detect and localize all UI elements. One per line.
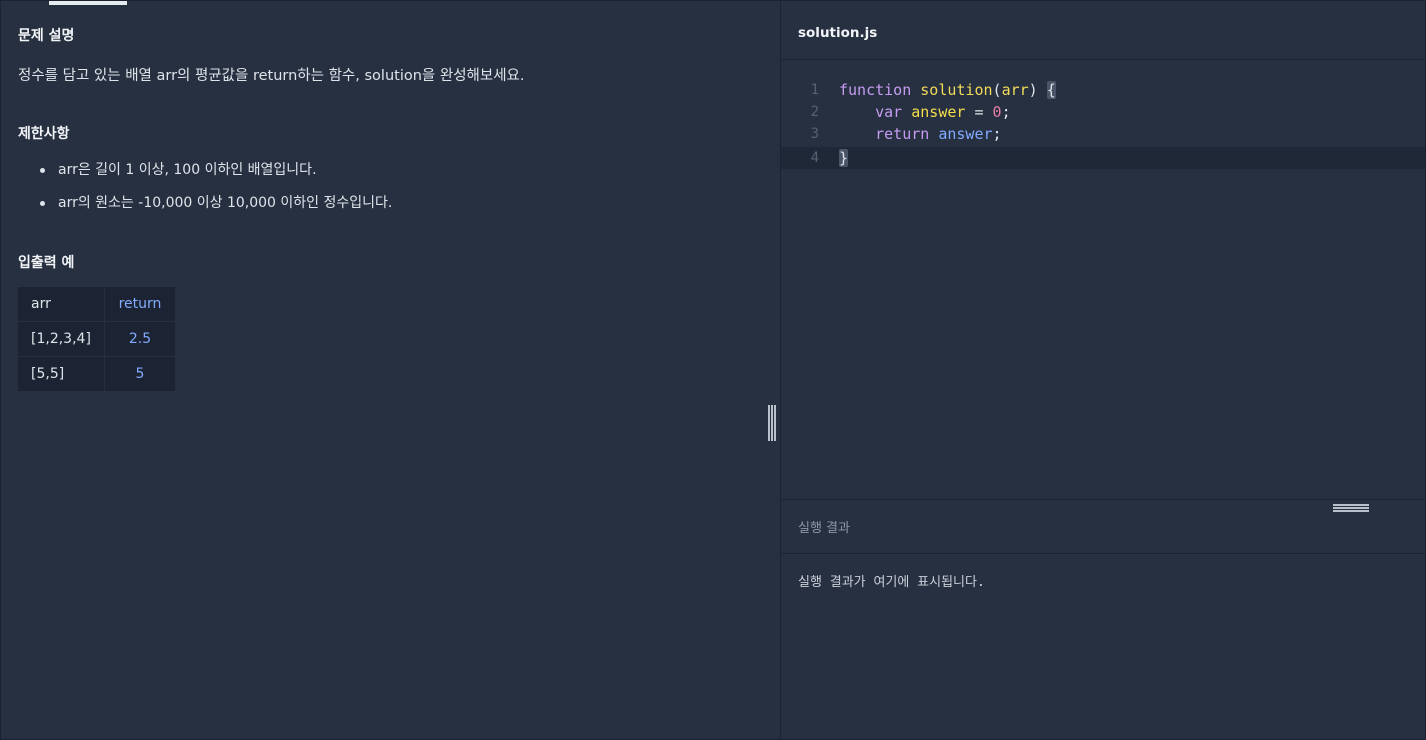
constraint-text: arr은 길이 1 이상, 100 이하인 배열입니다. bbox=[58, 162, 317, 178]
code-text[interactable]: } bbox=[839, 147, 849, 169]
problem-description: 정수를 담고 있는 배열 arr의 평균값을 return하는 함수, solu… bbox=[18, 68, 525, 84]
code-line-active[interactable]: 4 } bbox=[781, 147, 1425, 169]
examples-title: 입출력 예 bbox=[18, 255, 75, 271]
bullet-icon bbox=[40, 201, 45, 206]
code-text[interactable]: function solution(arr) { bbox=[839, 79, 1056, 101]
editor-panel: solution.js 1 function solution(arr) { 2… bbox=[781, 1, 1425, 739]
constraints-list: arr은 길이 1 이상, 100 이하인 배열입니다. arr의 원소는 -1… bbox=[18, 157, 392, 223]
column-header-arr: arr bbox=[18, 287, 105, 322]
line-number: 2 bbox=[810, 104, 819, 120]
table-row: [5,5] 5 bbox=[18, 356, 175, 391]
description-title: 문제 설명 bbox=[18, 28, 75, 44]
table-row: [1,2,3,4] 2.5 bbox=[18, 321, 175, 357]
result-title: 실행 결과 bbox=[798, 521, 850, 536]
code-editor[interactable]: 1 function solution(arr) { 2 var answer … bbox=[781, 60, 1425, 498]
line-number: 3 bbox=[810, 126, 819, 142]
vertical-resize-handle[interactable] bbox=[767, 405, 778, 441]
table-cell: 5 bbox=[135, 366, 145, 382]
table-cell: 2.5 bbox=[104, 321, 175, 357]
line-number: 4 bbox=[810, 150, 819, 166]
file-tab-bar: solution.js bbox=[781, 1, 1425, 60]
horizontal-resize-handle[interactable] bbox=[1333, 504, 1371, 514]
bullet-icon bbox=[40, 168, 45, 173]
code-line[interactable]: 1 function solution(arr) { bbox=[781, 79, 1425, 101]
code-line[interactable]: 2 var answer = 0; bbox=[781, 101, 1425, 123]
table-header-row: arr return bbox=[18, 287, 175, 322]
constraint-text: arr의 원소는 -10,000 이상 10,000 이하인 정수입니다. bbox=[58, 195, 393, 211]
list-item: arr은 길이 1 이상, 100 이하인 배열입니다. bbox=[18, 157, 392, 190]
problem-panel: 문제 설명 정수를 담고 있는 배열 arr의 평균값을 return하는 함수… bbox=[1, 1, 781, 739]
code-text[interactable]: var answer = 0; bbox=[839, 101, 1010, 123]
code-line[interactable]: 3 return answer; bbox=[781, 123, 1425, 145]
column-header-return: return bbox=[104, 287, 175, 322]
file-name-tab[interactable]: solution.js bbox=[798, 25, 877, 41]
app-window: 문제 설명 정수를 담고 있는 배열 arr의 평균값을 return하는 함수… bbox=[0, 0, 1426, 740]
constraints-title: 제한사항 bbox=[18, 126, 70, 142]
result-output: 실행 결과가 여기에 표시됩니다. bbox=[798, 575, 985, 590]
code-text[interactable]: return answer; bbox=[839, 123, 1001, 145]
list-item: arr의 원소는 -10,000 이상 10,000 이하인 정수입니다. bbox=[18, 190, 392, 223]
table-cell: [5,5] bbox=[18, 356, 105, 391]
examples-table: arr return [1,2,3,4] 2.5 [5,5] 5 bbox=[18, 287, 175, 391]
result-header bbox=[781, 499, 1425, 554]
table-cell: [1,2,3,4] bbox=[18, 321, 105, 357]
line-number: 1 bbox=[810, 82, 819, 98]
